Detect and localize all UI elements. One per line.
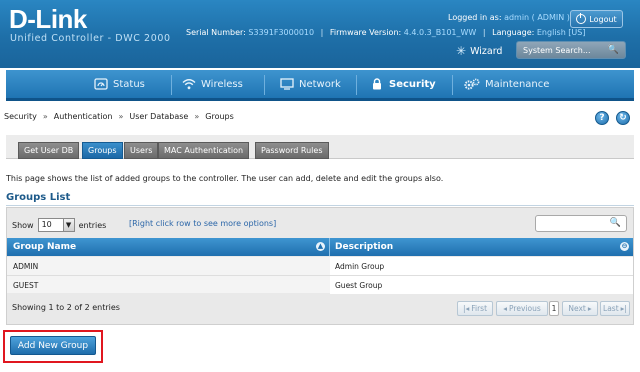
section-title: Groups List [6,192,71,203]
logged-user[interactable]: admin ( ADMIN ) [504,13,570,22]
pager-previous-button[interactable]: ◂ Previous [496,301,548,316]
page-length-value: 10 [41,220,52,229]
page-length-control: Show 10 ▼ entries [12,218,106,232]
table-info: Showing 1 to 2 of 2 entries [12,303,120,312]
table-filter-input[interactable]: 🔍 [535,215,627,232]
serial-value: S3391F3000010 [248,28,315,37]
nav-item-maintenance[interactable]: Maintenance [464,70,549,98]
nav-item-network[interactable]: Network [280,70,341,98]
cell-group-name: ADMIN [13,262,39,271]
pager-first-label: First [471,304,488,313]
lock-icon [373,78,381,90]
pager-page-1[interactable]: 1 [549,301,559,316]
brand-logo: D-Link [9,4,87,34]
language-label: Language: [492,28,535,37]
nav-label-network: Network [299,78,341,90]
column-header-group-name[interactable]: Group Name [13,238,76,256]
groups-table-panel: Show 10 ▼ entries [Right click row to se… [6,207,634,325]
help-button[interactable]: ? [595,111,609,125]
cell-description: Admin Group [335,262,385,271]
entries-label: entries [78,220,107,230]
nav-divider [452,75,453,95]
pager-next-button[interactable]: Next ▸ [562,301,598,316]
add-new-group-button[interactable]: Add New Group [10,336,96,355]
monitor-icon [280,78,294,90]
pager-previous-label: Previous [509,304,541,313]
section-divider [6,205,634,206]
help-icon: ? [599,113,605,123]
cell-description: Guest Group [335,281,383,290]
nav-item-wireless[interactable]: Wireless [182,70,243,98]
system-search-input[interactable]: System Search... 🔍 [516,41,626,59]
breadcrumb-item: Groups [205,112,234,121]
table-row[interactable]: ADMIN Admin Group [7,257,633,275]
serial-label: Serial Number: [186,28,246,37]
device-info: Serial Number: S3391F3000010 | Firmware … [186,28,586,37]
sort-neutral-icon[interactable]: ⊖ [620,242,629,251]
gauge-icon [94,78,108,90]
sort-up-icon[interactable]: ▲ [316,242,325,251]
column-divider [329,238,330,256]
previous-page-icon: ◂ [503,304,508,313]
nav-label-maintenance: Maintenance [485,78,550,90]
nav-divider [171,75,172,95]
nav-divider [356,75,357,95]
show-label: Show [12,220,34,230]
logged-label: Logged in as: [448,13,502,22]
pager-first-button[interactable]: |◂ First [457,301,493,316]
nav-label-wireless: Wireless [201,78,243,90]
pager-last-button[interactable]: Last ▸| [600,301,630,316]
wizard-link[interactable]: ✳ Wizard [456,44,502,58]
nav-divider [264,75,265,95]
firmware-label: Firmware Version: [329,28,402,37]
wizard-label: Wizard [470,45,503,57]
tab-groups[interactable]: Groups [82,142,123,159]
page-length-select[interactable]: 10 ▼ [37,218,75,232]
right-click-hint: [Right click row to see more options] [129,219,277,228]
breadcrumb: Security» Authentication» User Database» Gr… [4,112,234,121]
pager-last-label: Last [603,304,619,313]
power-icon [576,13,587,24]
refresh-icon: ↻ [619,113,627,123]
gears-icon [464,78,480,90]
nav-label-status: Status [113,78,145,90]
sub-tab-bar: Get User DB Groups Users MAC Authenticat… [6,135,634,159]
pager-next-label: Next [568,304,586,313]
first-page-icon: |◂ [462,304,470,313]
table-row[interactable]: GUEST Guest Group [7,275,633,294]
login-status: Logged in as: admin ( ADMIN ) [448,13,570,22]
search-icon[interactable]: 🔍 [608,45,619,55]
breadcrumb-item[interactable]: Security [4,112,37,121]
header-bar: D-Link Unified Controller - DWC 2000 Log… [0,0,640,68]
search-placeholder: System Search... [523,46,591,55]
tab-mac-authentication[interactable]: MAC Authentication [158,142,250,159]
search-icon: 🔍 [609,218,621,228]
tab-users[interactable]: Users [124,142,159,159]
next-page-icon: ▸ [587,304,592,313]
product-subtitle: Unified Controller - DWC 2000 [10,33,171,44]
nav-item-security[interactable]: Security [370,70,436,98]
nav-label-security: Security [389,78,436,90]
wizard-icon: ✳ [456,44,467,58]
logout-label: Logout [589,14,617,24]
cell-group-name: GUEST [13,281,39,290]
page-description: This page shows the list of added groups… [6,174,444,183]
language-value[interactable]: English [US] [537,28,586,37]
breadcrumb-item[interactable]: Authentication [54,112,113,121]
main-nav: Status Wireless Network Security Mainten… [6,70,634,101]
wifi-icon [182,79,196,90]
logout-button[interactable]: Logout [570,10,623,28]
nav-item-status[interactable]: Status [94,70,145,98]
refresh-button[interactable]: ↻ [616,111,630,125]
tab-get-user-db[interactable]: Get User DB [18,142,80,159]
last-page-icon: ▸| [620,304,627,313]
breadcrumb-item[interactable]: User Database [129,112,188,121]
table-header: Group Name ▲ Description ⊖ [7,238,633,256]
chevron-down-icon: ▼ [62,219,74,231]
firmware-value: 4.4.0.3_B101_WW [403,28,477,37]
column-header-description[interactable]: Description [335,238,393,256]
tab-password-rules[interactable]: Password Rules [255,142,329,159]
